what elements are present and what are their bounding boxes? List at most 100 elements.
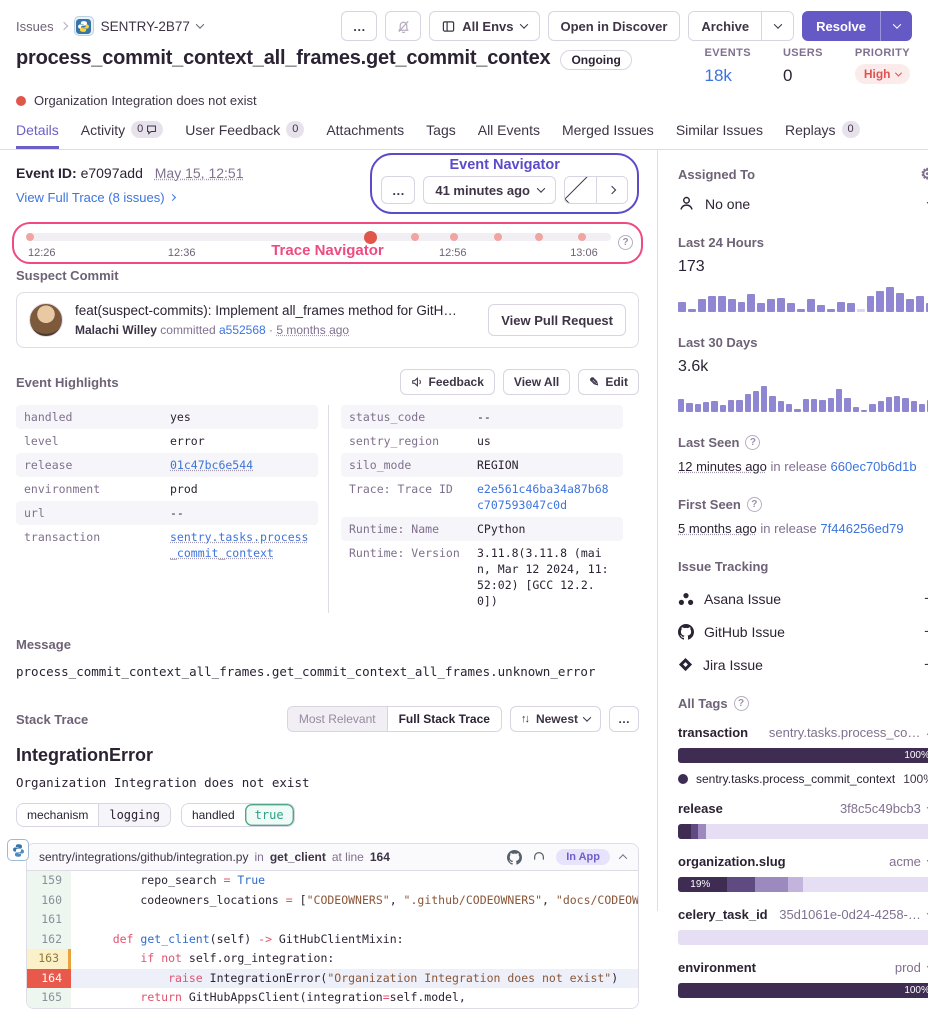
tab-merged-issues[interactable]: Merged Issues — [562, 121, 654, 149]
commit-sha-link[interactable]: a552568 — [219, 323, 266, 337]
breadcrumb-issue-id[interactable]: SENTRY-2B77 — [101, 19, 190, 34]
assignee-dropdown[interactable]: No one — [678, 195, 928, 212]
tag-organization-slug-toggle[interactable]: organization.slug acme — [678, 854, 928, 869]
first-seen-release-link[interactable]: 7f446256ed79 — [820, 521, 903, 536]
breadcrumb-chevron-down-icon[interactable] — [196, 20, 204, 28]
add-jira-issue-button[interactable]: + — [924, 656, 928, 673]
edit-button[interactable]: ✎ Edit — [578, 369, 639, 395]
trace-help-icon[interactable]: ? — [618, 235, 633, 250]
github-icon[interactable] — [507, 850, 522, 865]
last-24h-chart — [678, 286, 928, 312]
most-relevant-toggle[interactable]: Most Relevant — [288, 707, 387, 731]
tag-celery-task-id-toggle[interactable]: celery_task_id 35d1061e-0d24-4258-… — [678, 907, 928, 922]
last-30d-heading: Last 30 Days — [678, 335, 758, 350]
last-seen-help-icon[interactable]: ? — [745, 435, 760, 450]
all-tags-help-icon[interactable]: ? — [734, 696, 749, 711]
last-24h-total[interactable]: 173 — [678, 258, 928, 276]
open-pr-icon[interactable] — [532, 850, 546, 864]
event-more-button[interactable]: … — [381, 176, 415, 204]
stack-frame-header[interactable]: sentry/integrations/github/integration.p… — [27, 844, 638, 871]
tag-distribution-bar[interactable] — [678, 824, 928, 839]
trace-event-dot[interactable] — [26, 233, 34, 241]
tab-similar-issues[interactable]: Similar Issues — [676, 121, 763, 149]
open-in-discover-button[interactable]: Open in Discover — [548, 11, 681, 41]
release-link[interactable]: 01c47bc6e544 — [170, 457, 310, 473]
events-count[interactable]: 18k — [705, 66, 751, 86]
tab-replays[interactable]: Replays0 — [785, 121, 860, 149]
in-app-badge: In App — [556, 849, 610, 865]
more-actions-button[interactable]: … — [341, 11, 377, 41]
trace-event-dot[interactable] — [578, 233, 586, 241]
tag-distribution-bar[interactable]: 100% — [678, 748, 928, 763]
trace-event-dot[interactable] — [494, 233, 502, 241]
feedback-button[interactable]: Feedback — [400, 369, 495, 395]
priority-dropdown[interactable]: High — [855, 64, 910, 84]
stat-events: EVENTS 18k — [705, 47, 751, 86]
event-date[interactable]: May 15, 12:51 — [155, 165, 244, 181]
tag-transaction-toggle[interactable]: transaction sentry.tasks.process_com… — [678, 725, 928, 740]
collapse-frame-chevron-icon[interactable] — [619, 854, 627, 862]
last-seen-release-link[interactable]: 660ec70b6d1b — [831, 459, 917, 474]
transaction-link[interactable]: sentry.tasks.process_commit_context — [170, 529, 310, 561]
breadcrumb-separator-icon — [59, 22, 67, 30]
mechanism-pill[interactable]: mechanismlogging — [16, 803, 171, 827]
header-actions: … All Envs Open in Discover Archive Reso… — [341, 11, 912, 41]
stack-more-button[interactable]: … — [609, 706, 639, 732]
chevron-right-icon — [608, 186, 616, 194]
archive-button[interactable]: Archive — [689, 12, 761, 40]
sort-dropdown[interactable]: ↑↓ Newest — [510, 706, 601, 732]
tag-distribution-bar[interactable] — [678, 930, 928, 945]
all-tags-section: All Tags ? transaction sentry.tasks.proc… — [678, 696, 928, 998]
asana-issue-row[interactable]: Asana Issue + — [678, 590, 928, 607]
trace-event-dot[interactable] — [450, 233, 458, 241]
full-stack-trace-toggle[interactable]: Full Stack Trace — [387, 707, 501, 731]
line-number: 162 — [27, 930, 71, 950]
event-navigator-annotation: Event Navigator … 41 minutes ago — [370, 153, 639, 214]
previous-event-button[interactable] — [565, 177, 596, 203]
mute-button[interactable] — [385, 11, 421, 41]
view-pull-request-button[interactable]: View Pull Request — [488, 304, 626, 336]
trace-event-dot[interactable] — [535, 233, 543, 241]
tag-distribution-bar[interactable]: 19% — [678, 877, 928, 892]
trace-event-dot[interactable] — [411, 233, 419, 241]
issue-stats: EVENTS 18k USERS 0 PRIORITY High — [705, 47, 912, 86]
source-code[interactable]: 159 repo_search = True160 codeowners_loc… — [27, 871, 638, 1008]
resolve-dropdown-button[interactable] — [880, 11, 912, 41]
assignment-settings-gear-icon[interactable]: ⚙ — [920, 167, 928, 182]
users-count[interactable]: 0 — [783, 66, 823, 86]
add-github-issue-button[interactable]: + — [924, 623, 928, 640]
kv-row: silo_modeREGION — [341, 453, 623, 477]
tag-bar-segment — [698, 824, 706, 839]
tab-tags[interactable]: Tags — [426, 121, 456, 149]
next-event-button[interactable] — [596, 177, 627, 203]
resolve-button[interactable]: Resolve — [802, 11, 880, 41]
event-age-dropdown[interactable]: 41 minutes ago — [423, 176, 556, 204]
view-full-trace-link[interactable]: View Full Trace (8 issues) — [16, 190, 244, 205]
tag-environment-toggle[interactable]: environment prod — [678, 960, 928, 975]
breadcrumb-issues-link[interactable]: Issues — [16, 19, 54, 34]
bell-slash-icon — [396, 19, 411, 34]
add-asana-issue-button[interactable]: + — [924, 590, 928, 607]
trace-timeline-track[interactable] — [28, 233, 611, 241]
handled-pill[interactable]: handledtrue — [181, 803, 295, 827]
highlights-left-column: handledyes levelerror release01c47bc6e54… — [16, 405, 328, 613]
tag-celery-task-id: celery_task_id 35d1061e-0d24-4258-… — [678, 907, 928, 945]
archive-dropdown-button[interactable] — [761, 12, 793, 40]
chevron-down-icon — [519, 20, 527, 28]
trace-id-link[interactable]: e2e561c46ba34a87b68c707593047c0d — [477, 481, 615, 513]
github-issue-row[interactable]: GitHub Issue + — [678, 623, 928, 640]
jira-issue-row[interactable]: Jira Issue + — [678, 656, 928, 673]
tab-details[interactable]: Details — [16, 121, 59, 149]
view-all-button[interactable]: View All — [503, 369, 570, 395]
tab-all-events[interactable]: All Events — [478, 121, 540, 149]
tag-legend-row[interactable]: sentry.tasks.process_commit_context 100% — [678, 772, 928, 786]
tab-attachments[interactable]: Attachments — [326, 121, 404, 149]
tag-distribution-bar[interactable]: 100% — [678, 983, 928, 998]
all-envs-dropdown[interactable]: All Envs — [429, 11, 539, 41]
tab-activity[interactable]: Activity0 — [81, 121, 163, 149]
event-details-main: Event ID: e7097add May 15, 12:51 View Fu… — [0, 150, 657, 911]
tag-release-toggle[interactable]: release 3f8c5c49bcb3 — [678, 801, 928, 816]
last-30d-total[interactable]: 3.6k — [678, 358, 928, 376]
tab-user-feedback[interactable]: User Feedback0 — [185, 121, 304, 149]
first-seen-help-icon[interactable]: ? — [747, 497, 762, 512]
